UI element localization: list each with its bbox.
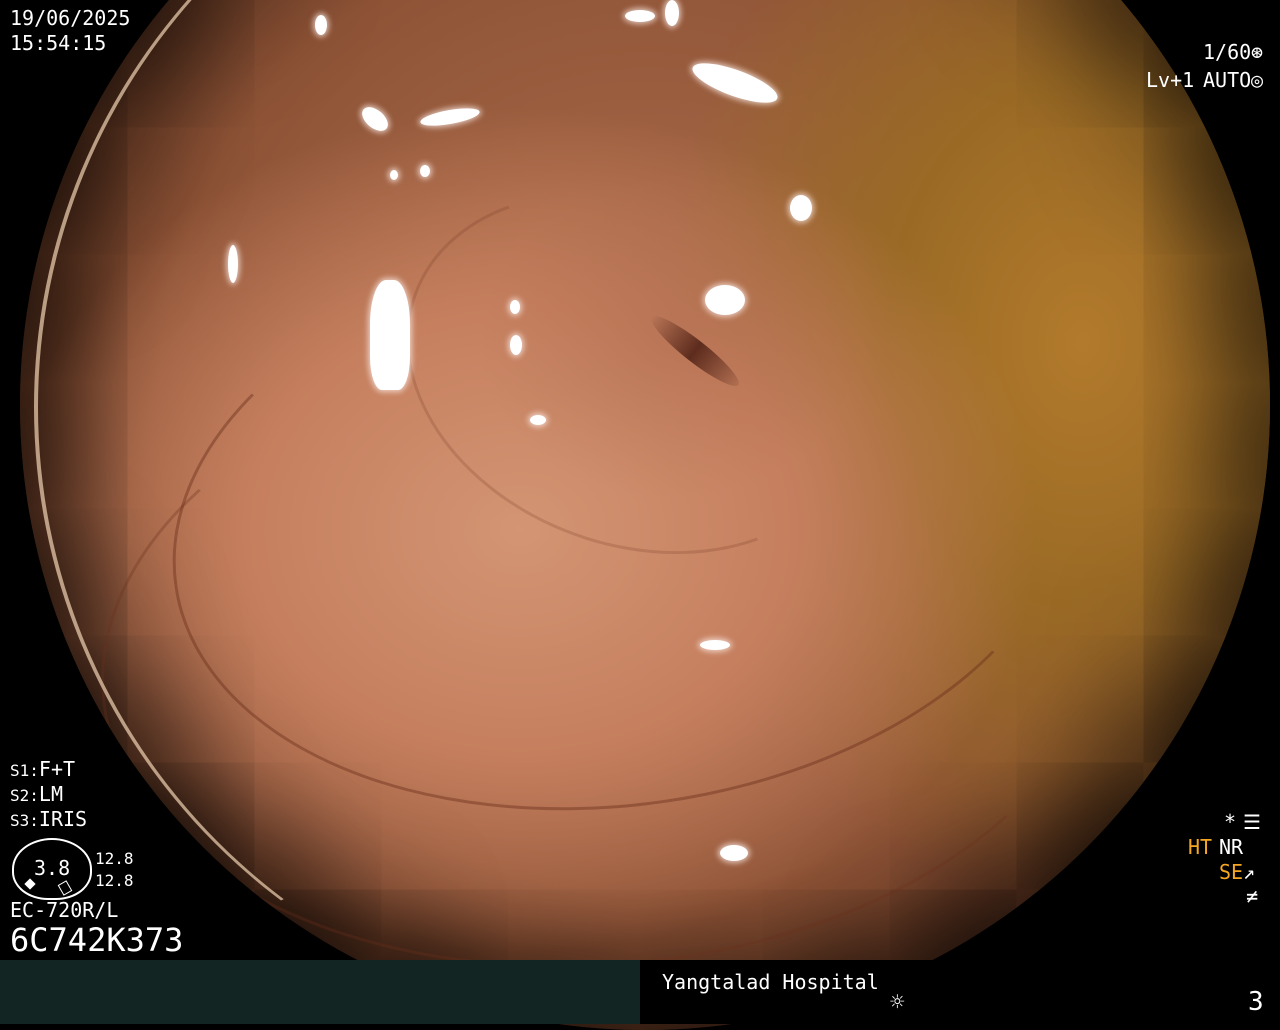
shutter-icon: ⊛ — [1251, 40, 1264, 64]
s3-mode: S3:IRIS — [10, 807, 87, 833]
s1-label: S1: — [10, 761, 39, 780]
scope-model: EC-720R/L — [10, 898, 119, 922]
s2-mode: S2:LM — [10, 782, 63, 808]
gauge-center-value: 3.8 — [34, 856, 71, 880]
glare-spot — [720, 845, 748, 861]
gauge-marker-icon — [24, 878, 36, 890]
footer-left — [0, 960, 640, 1024]
glare-spot — [530, 415, 546, 425]
glare-spot — [510, 300, 520, 314]
glare-spot — [700, 640, 730, 650]
glare-spot — [625, 10, 655, 22]
ht-indicator: HT — [1188, 835, 1213, 859]
glare-spot — [665, 0, 679, 26]
not-equal-icon: ≠ — [1246, 884, 1259, 908]
gauge-bottom-value: 12.8 — [95, 871, 134, 890]
date-label: 19/06/2025 — [10, 6, 131, 30]
glare-spot — [370, 280, 410, 390]
glare-spot — [315, 15, 327, 35]
se-indicator: SE — [1219, 860, 1244, 884]
iris-mode-label: AUTO — [1203, 68, 1252, 92]
enhancement-star: * — [1224, 810, 1237, 834]
gauge-box-icon — [57, 880, 73, 896]
footer-right: Yangtalad Hospital ☼ 3 — [640, 960, 1280, 1024]
endoscopic-image — [20, 0, 1270, 1030]
settings-icon: ☰ — [1243, 810, 1261, 834]
brightness-icon: ☼ — [890, 988, 905, 1016]
structure-enhance-icon: ↗ — [1243, 860, 1256, 884]
s2-label: S2: — [10, 786, 39, 805]
glare-spot — [705, 285, 745, 315]
glare-spot — [390, 170, 398, 180]
scope-serial: 6C742K373 — [10, 921, 184, 959]
time-label: 15:54:15 — [10, 31, 107, 55]
glare-spot — [790, 195, 812, 221]
glare-spot — [510, 335, 522, 355]
scope-gauge: 3.8 — [12, 838, 92, 900]
image-number: 3 — [1248, 987, 1264, 1017]
s3-label: S3: — [10, 811, 39, 830]
level-label: Lv+1 — [1146, 68, 1195, 92]
iris-icon: ◎ — [1251, 68, 1264, 92]
hospital-name: Yangtalad Hospital — [662, 970, 879, 994]
glare-spot — [357, 102, 393, 136]
s3-value: IRIS — [38, 807, 88, 831]
glare-spot — [688, 55, 782, 111]
s1-value: F+T — [38, 757, 76, 781]
glare-spot — [228, 245, 238, 283]
glare-spot — [420, 165, 430, 177]
s1-mode: S1:F+T — [10, 757, 75, 783]
s2-value: LM — [38, 782, 63, 806]
shutter-speed: 1/60 — [1203, 40, 1252, 64]
nr-indicator: NR — [1219, 835, 1244, 859]
glare-spot — [419, 104, 481, 130]
